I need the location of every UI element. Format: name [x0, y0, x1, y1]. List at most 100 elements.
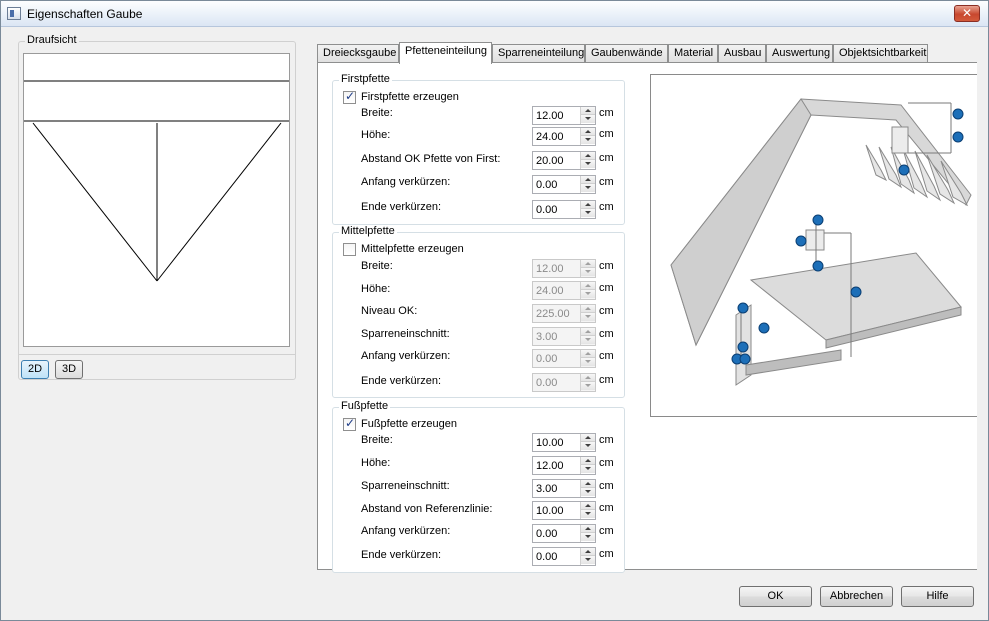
spin-down-button[interactable] — [581, 488, 595, 496]
unit-label: cm — [599, 434, 614, 446]
firstpfette-checkbox[interactable] — [343, 89, 356, 104]
tab-sparreneinteilung[interactable]: Sparreneinteilung — [492, 44, 585, 63]
field-label: Sparreneinschnitt: — [361, 480, 450, 492]
spin-up-button[interactable] — [581, 128, 595, 136]
mittelpfette-title: Mittelpfette — [339, 225, 397, 237]
window-icon — [7, 7, 21, 20]
field-label: Ende verkürzen: — [361, 375, 442, 387]
field-label: Abstand von Referenzlinie: — [361, 503, 493, 515]
fusspfette-checkbox-label[interactable]: Fußpfette erzeugen — [361, 418, 457, 430]
spin-up-button — [581, 350, 595, 358]
spin-up-button — [581, 305, 595, 313]
spin-up-button[interactable] — [581, 457, 595, 465]
mittelpfette-checkbox-label[interactable]: Mittelpfette erzeugen — [361, 243, 464, 255]
spin-down-button[interactable] — [581, 465, 595, 473]
spin-up-button[interactable] — [581, 176, 595, 184]
field-label: Abstand OK Pfette von First: — [361, 153, 501, 165]
spin-down-button[interactable] — [581, 533, 595, 541]
spin-up-button[interactable] — [581, 434, 595, 442]
spin-down-button — [581, 382, 595, 390]
firstpfette-title: Firstpfette — [339, 73, 392, 85]
firstpfette-breite-input[interactable]: 12.00 — [532, 106, 596, 125]
fusspfette-checkbox[interactable] — [343, 416, 356, 431]
tab-gaubenwaende[interactable]: Gaubenwände — [585, 44, 668, 63]
unit-label: cm — [599, 457, 614, 469]
draufsicht-title: Draufsicht — [25, 34, 79, 46]
spin-down-button[interactable] — [581, 556, 595, 564]
close-button[interactable]: ✕ — [954, 5, 980, 22]
view-3d-button[interactable]: 3D — [55, 360, 83, 379]
unit-label: cm — [599, 152, 614, 164]
top-view-drawing — [24, 80, 289, 282]
mittelpfette-breite-input: 12.00 — [532, 259, 596, 278]
spin-down-button[interactable] — [581, 136, 595, 144]
spin-down-button[interactable] — [581, 209, 595, 217]
field-label: Höhe: — [361, 129, 391, 141]
cancel-button[interactable]: Abbrechen — [820, 586, 893, 607]
spin-down-button[interactable] — [581, 442, 595, 450]
spin-down-button[interactable] — [581, 115, 595, 123]
spin-up-button[interactable] — [581, 525, 595, 533]
unit-label: cm — [599, 260, 614, 272]
field-label: Anfang verkürzen: — [361, 525, 451, 537]
unit-label: cm — [599, 525, 614, 537]
spin-up-button[interactable] — [581, 152, 595, 160]
fusspfette-hoehe-input[interactable]: 12.00 — [532, 456, 596, 475]
mittelpfette-group: Mittelpfette Mittelpfette erzeugen Breit… — [332, 225, 625, 398]
tab-objektsichtbarkeit[interactable]: Objektsichtbarkeit — [833, 44, 928, 63]
mittelpfette-hoehe-input: 24.00 — [532, 281, 596, 300]
mittelpfette-checkbox[interactable] — [343, 243, 356, 256]
spin-down-button[interactable] — [581, 160, 595, 168]
fusspfette-anfang-input[interactable]: 0.00 — [532, 524, 596, 543]
dormer-3d-illustration — [670, 98, 972, 386]
fusspfette-group: Fußpfette Fußpfette erzeugen Breite: 10.… — [332, 400, 625, 573]
tab-pfetteneinteilung[interactable]: Pfetteneinteilung — [399, 42, 492, 64]
spin-up-button[interactable] — [581, 107, 595, 115]
spin-down-button — [581, 290, 595, 298]
spin-up-button — [581, 374, 595, 382]
field-label: Sparreneinschnitt: — [361, 328, 450, 340]
spin-down-button[interactable] — [581, 510, 595, 518]
top-view-canvas[interactable] — [23, 53, 290, 347]
spin-up-button — [581, 260, 595, 268]
fusspfette-sparreneinschnitt-input[interactable]: 3.00 — [532, 479, 596, 498]
fusspfette-ende-input[interactable]: 0.00 — [532, 547, 596, 566]
unit-label: cm — [599, 282, 614, 294]
spin-up-button[interactable] — [581, 502, 595, 510]
tab-material[interactable]: Material — [668, 44, 718, 63]
firstpfette-anfang-input[interactable]: 0.00 — [532, 175, 596, 194]
field-label: Ende verkürzen: — [361, 201, 442, 213]
help-button[interactable]: Hilfe — [901, 586, 974, 607]
field-label: Anfang verkürzen: — [361, 176, 451, 188]
title-bar[interactable]: Eigenschaften Gaube ✕ — [1, 1, 988, 27]
window-title: Eigenschaften Gaube — [27, 7, 143, 21]
firstpfette-hoehe-input[interactable]: 24.00 — [532, 127, 596, 146]
spin-down-button[interactable] — [581, 184, 595, 192]
unit-label: cm — [599, 201, 614, 213]
spin-up-button[interactable] — [581, 201, 595, 209]
firstpfette-abstand-input[interactable]: 20.00 — [532, 151, 596, 170]
view-2d-button[interactable]: 2D — [21, 360, 49, 379]
ok-button[interactable]: OK — [739, 586, 812, 607]
view-mode-bar: 2D 3D — [18, 354, 296, 380]
field-label: Breite: — [361, 107, 393, 119]
tab-auswertung[interactable]: Auswertung — [766, 44, 833, 63]
fusspfette-abstand-input[interactable]: 10.00 — [532, 501, 596, 520]
spin-down-button — [581, 358, 595, 366]
spin-down-button — [581, 313, 595, 321]
firstpfette-ende-input[interactable]: 0.00 — [532, 200, 596, 219]
field-label: Höhe: — [361, 457, 391, 469]
spin-down-button — [581, 268, 595, 276]
mittelpfette-sparreneinschnitt-input: 3.00 — [532, 327, 596, 346]
tab-dreiecksgaube[interactable]: Dreiecksgaube — [317, 44, 399, 63]
fusspfette-breite-input[interactable]: 10.00 — [532, 433, 596, 452]
tab-ausbau[interactable]: Ausbau — [718, 44, 766, 63]
firstpfette-checkbox-label[interactable]: Firstpfette erzeugen — [361, 91, 459, 103]
unit-label: cm — [599, 374, 614, 386]
3d-preview[interactable] — [650, 74, 977, 417]
fusspfette-title: Fußpfette — [339, 400, 391, 412]
spin-up-button[interactable] — [581, 548, 595, 556]
spin-up-button[interactable] — [581, 480, 595, 488]
field-label: Anfang verkürzen: — [361, 350, 451, 362]
field-label: Breite: — [361, 434, 393, 446]
